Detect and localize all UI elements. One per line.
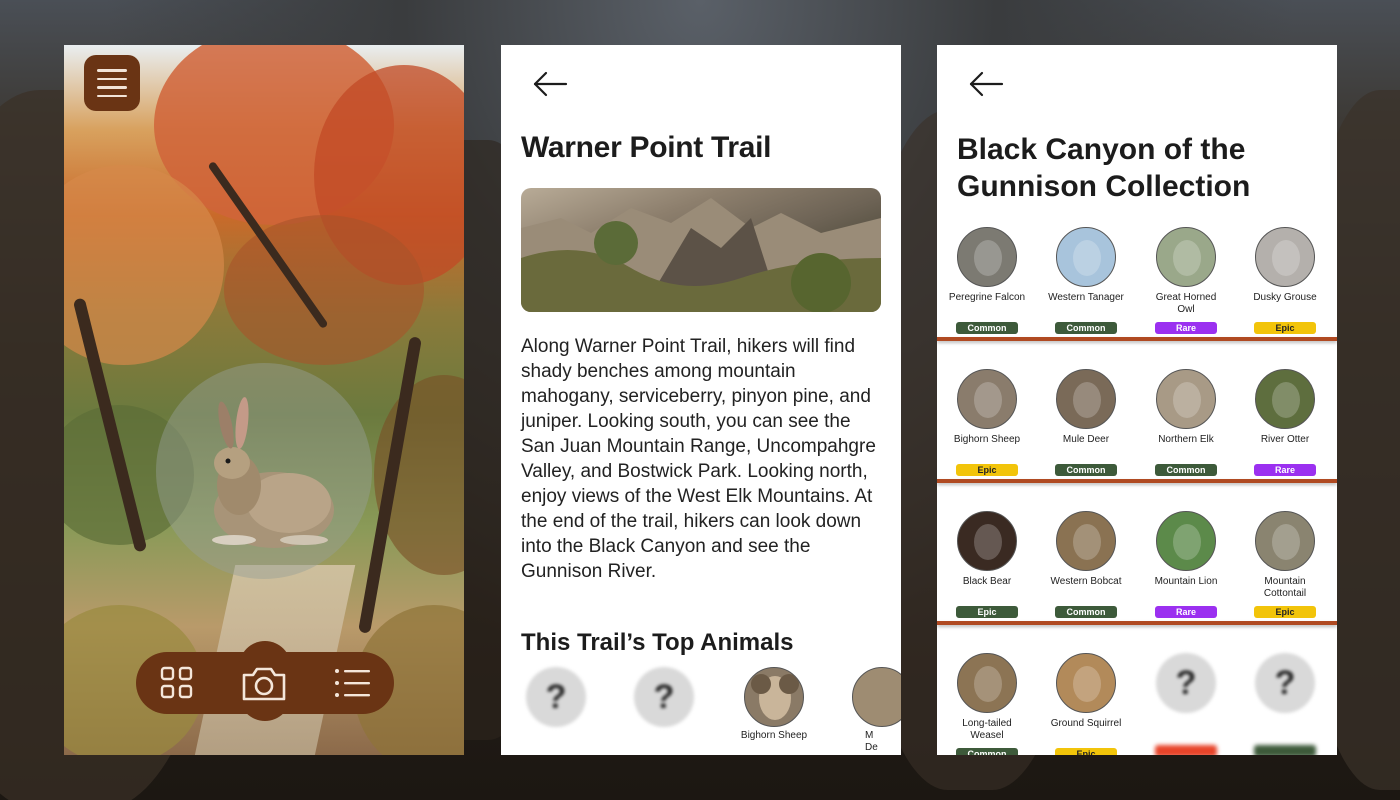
rarity-badge: Epic — [1254, 606, 1316, 618]
animal-name: Bighorn Sheep — [953, 434, 1021, 445]
animal-name: Western Bobcat — [1050, 576, 1122, 587]
animal-card[interactable]: Mule Deer Common — [1046, 369, 1126, 477]
animal-name: Northern Elk — [1158, 434, 1214, 445]
animal-avatar — [957, 511, 1017, 571]
rarity-badge: Common — [1055, 464, 1117, 476]
animal-name — [1146, 718, 1226, 742]
rarity-badge: Rare — [1155, 322, 1217, 334]
top-animal-card[interactable]: ? — [521, 667, 591, 730]
top-animal-card[interactable]: M De — [847, 667, 901, 754]
rarity-badge: Rare — [1155, 606, 1217, 618]
animal-card[interactable]: Mountain Lion Rare — [1146, 511, 1226, 619]
rarity-badge: Common — [1155, 464, 1217, 476]
collection-row: Bighorn Sheep Epic Mule Deer Common Northern… — [937, 367, 1337, 509]
animal-name: River Otter — [1260, 434, 1310, 445]
grid-icon[interactable] — [160, 666, 194, 700]
page-title: Warner Point Trail — [521, 131, 772, 164]
rarity-badge: Epic — [956, 606, 1018, 618]
animal-card[interactable]: Bighorn Sheep Epic — [947, 369, 1027, 477]
animal-avatar — [957, 653, 1017, 713]
collection-row: Black Bear Epic Western Bobcat Common Mounta… — [937, 509, 1337, 651]
animal-avatar — [1156, 369, 1216, 429]
animal-name — [1245, 718, 1325, 742]
collection-row: Peregrine Falcon Common Western Tanager Com… — [937, 225, 1337, 367]
rarity-badge: Epic — [1055, 748, 1117, 755]
row-separator — [937, 621, 1337, 625]
collection-row: Long-tailed Weasel Common Ground Squirrel E… — [937, 651, 1337, 755]
rarity-badge: Rare — [1254, 464, 1316, 476]
trail-photo — [521, 188, 881, 312]
animal-card[interactable]: Northern Elk Common — [1146, 369, 1226, 477]
trail-screen: Warner Point Trail Along Warner Point Tr… — [501, 45, 901, 755]
top-animals-heading: This Trail’s Top Animals — [521, 629, 794, 656]
animal-card[interactable]: River Otter Rare — [1245, 369, 1325, 477]
collection-screen: Black Canyon of the Gunnison Collection … — [937, 45, 1337, 755]
animal-name: Ground Squirrel — [1050, 718, 1122, 729]
animal-name: Black Bear — [962, 576, 1012, 587]
camera-screen — [64, 45, 464, 755]
unknown-animal-icon: ? — [526, 667, 586, 727]
animal-card[interactable]: ? — [1245, 653, 1325, 755]
animal-avatar — [1056, 511, 1116, 571]
rarity-badge: Common — [956, 322, 1018, 334]
arrow-left-icon[interactable] — [967, 69, 1007, 99]
animal-card[interactable]: Ground Squirrel Epic — [1046, 653, 1126, 755]
rarity-badge: Epic — [956, 464, 1018, 476]
animal-card[interactable]: Black Bear Epic — [947, 511, 1027, 619]
animal-avatar — [957, 369, 1017, 429]
bighorn-sheep-avatar — [744, 667, 804, 727]
animal-name: Mule Deer — [1062, 434, 1110, 445]
arrow-left-icon[interactable] — [531, 69, 571, 99]
rarity-badge: Common — [1055, 322, 1117, 334]
rarity-badge — [1254, 745, 1316, 755]
animal-card[interactable]: Dusky Grouse Epic — [1245, 227, 1325, 335]
top-animal-card[interactable]: ? — [629, 667, 699, 730]
animal-avatar — [1255, 511, 1315, 571]
animal-avatar — [1056, 369, 1116, 429]
rabbit-image — [212, 397, 334, 548]
animal-avatar — [1255, 227, 1315, 287]
row-separator — [937, 337, 1337, 341]
top-animal-card[interactable]: Bighorn Sheep — [739, 667, 809, 742]
unknown-animal-icon: ? — [1255, 653, 1315, 713]
camera-icon[interactable] — [240, 663, 288, 703]
animal-name: Great Horned Owl — [1155, 292, 1217, 315]
rarity-badge: Common — [1055, 606, 1117, 618]
animal-card[interactable]: Peregrine Falcon Common — [947, 227, 1027, 335]
animal-card[interactable]: ? — [1146, 653, 1226, 755]
animal-name: Dusky Grouse — [1253, 292, 1317, 303]
top-animal-name: M De — [865, 730, 878, 753]
animal-name: Long-tailed Weasel — [962, 718, 1012, 741]
rarity-badge: Common — [956, 748, 1018, 755]
rarity-badge: Epic — [1254, 322, 1316, 334]
menu-button[interactable] — [84, 55, 140, 111]
animal-card[interactable]: Western Tanager Common — [1046, 227, 1126, 335]
animal-name: Mountain Lion — [1154, 576, 1218, 587]
animal-avatar — [1056, 653, 1116, 713]
hamburger-icon — [97, 69, 127, 72]
animal-avatar — [1156, 511, 1216, 571]
list-icon[interactable] — [334, 667, 372, 699]
animal-avatar — [1156, 227, 1216, 287]
animal-card[interactable]: Long-tailed Weasel Common — [947, 653, 1027, 755]
animal-avatar — [1056, 227, 1116, 287]
rarity-badge — [1155, 745, 1217, 755]
animal-card[interactable]: Great Horned Owl Rare — [1146, 227, 1226, 335]
animal-card[interactable]: Western Bobcat Common — [1046, 511, 1126, 619]
animal-name: Mountain Cottontail — [1263, 576, 1307, 599]
trail-description: Along Warner Point Trail, hikers will fi… — [521, 336, 876, 582]
animal-name: Peregrine Falcon — [948, 292, 1026, 303]
page-title: Black Canyon of the Gunnison Collection — [957, 133, 1251, 203]
animal-card[interactable]: Mountain Cottontail Epic — [1245, 511, 1325, 619]
unknown-animal-icon: ? — [634, 667, 694, 727]
top-animal-name: Bighorn Sheep — [740, 730, 808, 741]
unknown-animal-icon: ? — [1156, 653, 1216, 713]
animal-avatar — [957, 227, 1017, 287]
animal-avatar — [1255, 369, 1315, 429]
animal-name: Western Tanager — [1048, 292, 1124, 303]
row-separator — [937, 479, 1337, 483]
top-animals-row[interactable]: ? ? Bighorn Sheep M De — [521, 667, 901, 755]
mule-deer-avatar — [852, 667, 901, 727]
